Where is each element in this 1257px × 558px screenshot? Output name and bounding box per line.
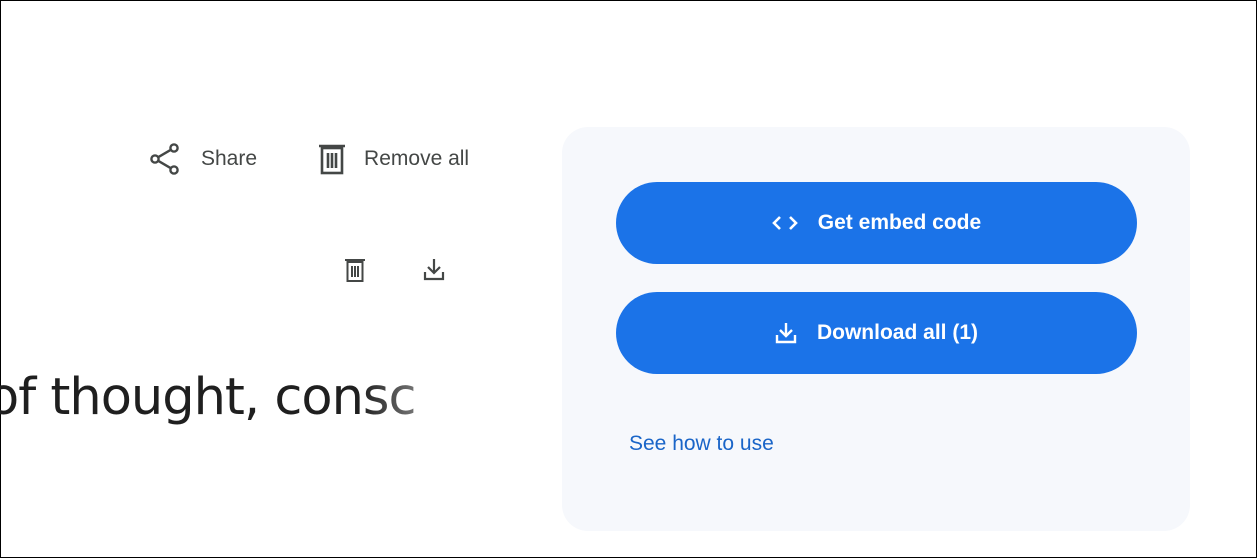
download-icon — [775, 322, 797, 344]
share-button[interactable]: Share — [148, 141, 257, 177]
trash-icon — [345, 258, 365, 287]
share-label: Share — [201, 147, 258, 170]
see-how-to-use-link[interactable]: See how to use — [629, 432, 774, 456]
export-panel: Get embed code Download all (1) See how … — [562, 127, 1190, 531]
delete-item-button[interactable] — [341, 258, 369, 286]
preview-toolbar: Share Remove all — [148, 140, 469, 178]
get-embed-code-button[interactable]: Get embed code — [616, 182, 1137, 264]
text-preview: of thought, consc — [0, 362, 480, 442]
preview-text: of thought, consc — [0, 368, 417, 427]
code-icon — [771, 214, 798, 232]
get-embed-code-label: Get embed code — [817, 211, 982, 234]
trash-icon — [317, 142, 347, 176]
remove-all-label: Remove all — [364, 147, 470, 170]
download-item-button[interactable] — [420, 258, 448, 286]
remove-all-button[interactable]: Remove all — [317, 142, 469, 176]
download-icon — [423, 258, 445, 287]
download-all-label: Download all (1) — [816, 321, 978, 344]
download-all-button[interactable]: Download all (1) — [616, 292, 1137, 374]
share-icon — [148, 141, 184, 177]
